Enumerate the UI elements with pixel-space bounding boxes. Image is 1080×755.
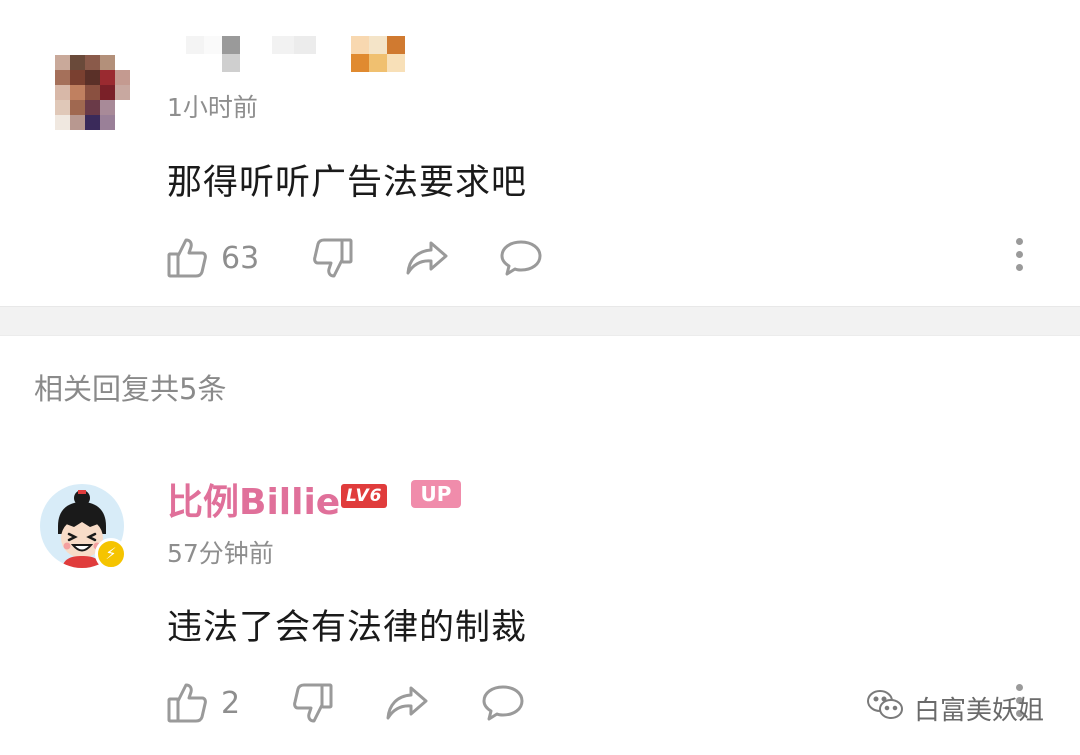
comment-actions: 2 [167,678,867,728]
verified-badge-icon: ⚡ [95,538,127,570]
comment-text: 违法了会有法律的制裁 [167,608,528,648]
more-vertical-icon[interactable] [1012,238,1026,277]
comment-timestamp: 57分钟前 [167,539,274,568]
thumbs-down-icon [293,682,333,724]
username-blurred-part [272,36,316,72]
comment-icon [499,238,543,278]
thumbs-down-icon [313,237,353,279]
level-badge: LV6 [341,484,388,508]
thumbs-up-icon [167,237,207,279]
username-blurred-part [351,36,407,72]
username[interactable]: 比例Billie [167,473,340,525]
comment-actions: 63 [167,233,1067,283]
share-button[interactable] [385,678,429,728]
comment-thread: 1小时前 那得听听广告法要求吧 63 相关回复共5条 ⚡ 比例Billie LV… [0,0,1080,755]
watermark-text: 白富美妖姐 [914,695,1045,726]
dislike-button[interactable] [313,233,353,283]
dislike-button[interactable] [293,678,333,728]
thumbs-up-icon [167,682,207,724]
section-divider [0,306,1080,336]
share-icon [405,239,449,277]
comment-icon [481,683,525,723]
up-badge: UP [411,480,461,508]
share-button[interactable] [405,233,449,283]
avatar[interactable] [55,55,130,130]
reply-button[interactable] [481,678,525,728]
like-button[interactable]: 63 [167,233,259,283]
like-count: 63 [221,240,260,276]
comment-timestamp: 1小时前 [167,93,258,122]
username-blurred-part [222,36,240,72]
like-button[interactable]: 2 [167,678,240,728]
comment-text: 那得听听广告法要求吧 [167,163,528,203]
replies-header: 相关回复共5条 [34,372,227,406]
reply-button[interactable] [499,233,543,283]
watermark: 白富美妖姐 [866,688,1044,728]
share-icon [385,684,429,722]
like-count: 2 [221,685,241,721]
wechat-icon [866,689,914,728]
